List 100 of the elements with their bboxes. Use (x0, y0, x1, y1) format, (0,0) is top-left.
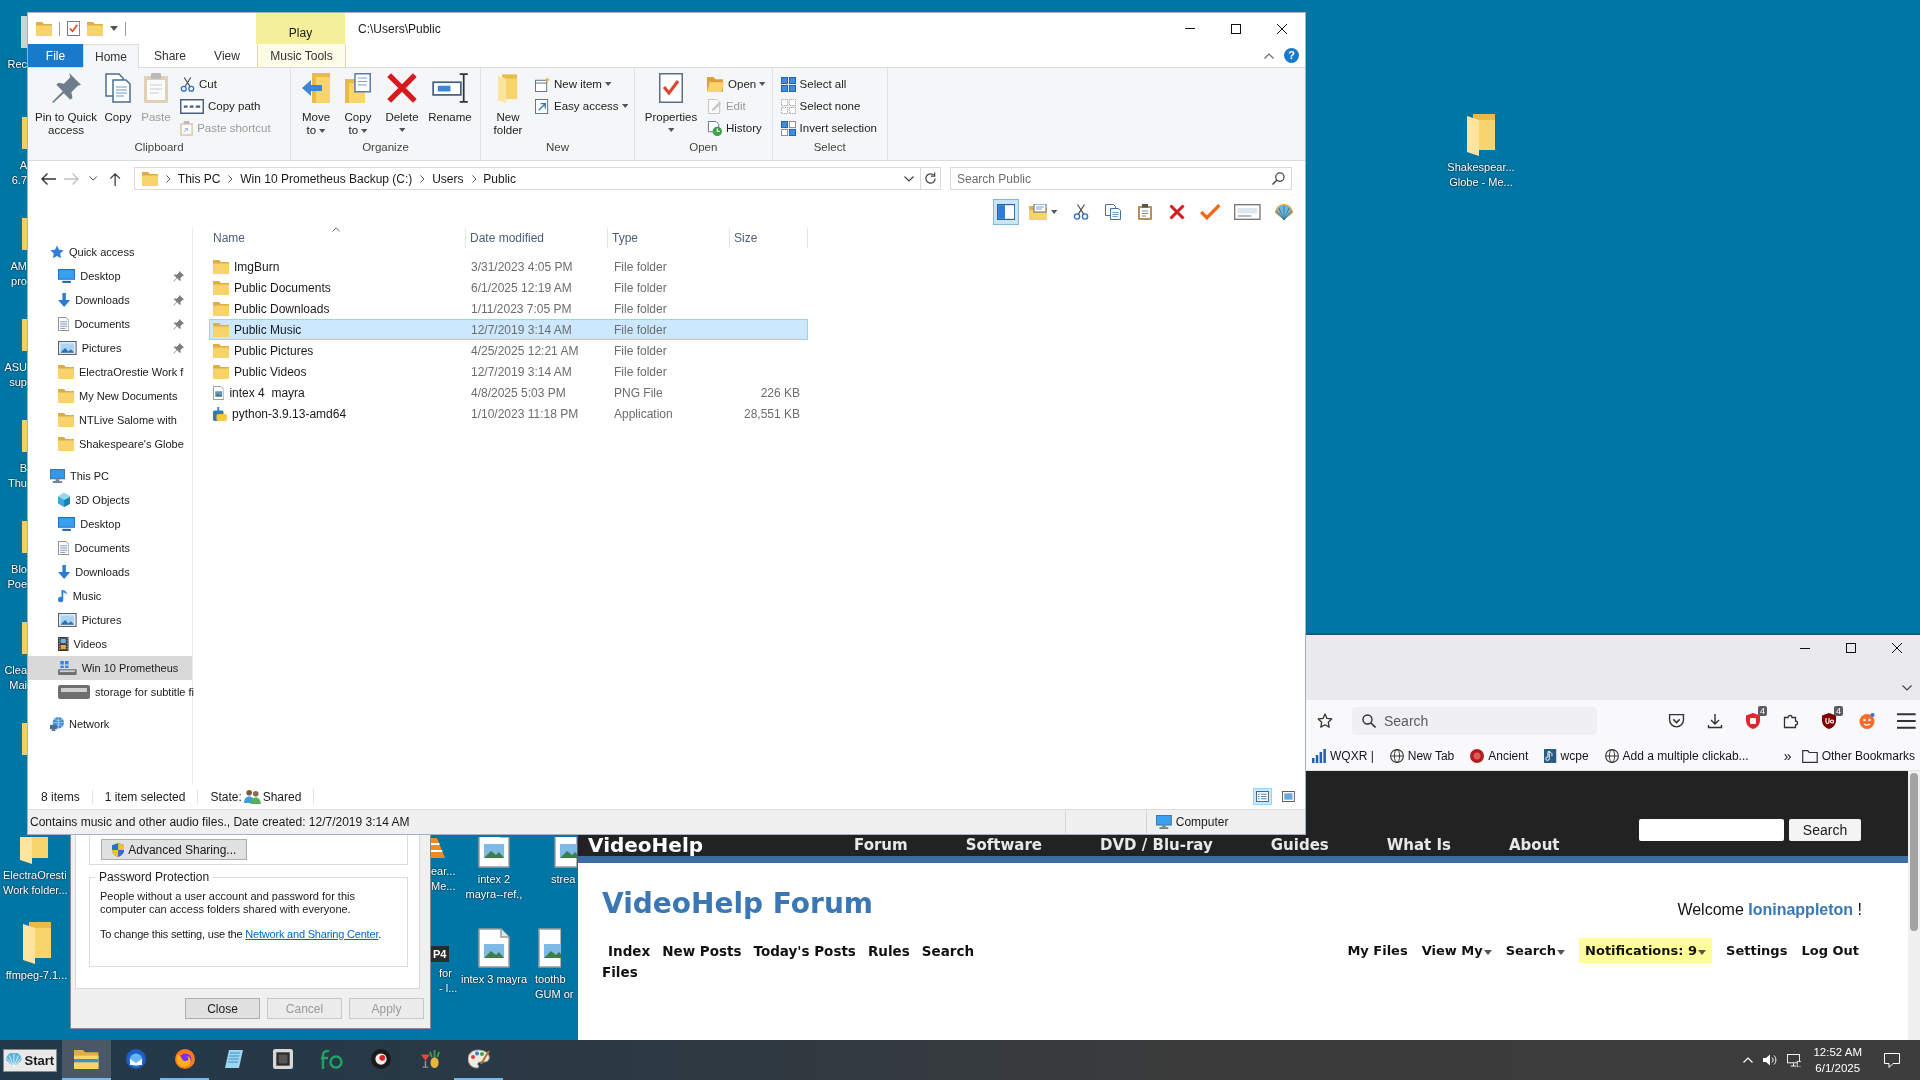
file-type-badge[interactable]: P4 (430, 946, 450, 962)
ribbon-tab[interactable]: Home (83, 44, 139, 68)
column-header[interactable]: Name (209, 228, 466, 248)
forum-nav-link[interactable]: Today's Posts (753, 941, 856, 962)
nav-item[interactable]: NTLive Salome with (28, 408, 192, 432)
move-to-button[interactable]: Move to (297, 71, 335, 137)
nav-item[interactable]: This PC (28, 464, 192, 488)
nav-item[interactable]: Videos (28, 632, 192, 656)
user-menu-link[interactable]: Notifications: 9 (1579, 938, 1713, 963)
chevron-right-icon[interactable] (166, 174, 171, 183)
nav-link[interactable]: Guides (1270, 837, 1329, 854)
breadcrumb[interactable]: This PC (177, 171, 221, 186)
bookmark-link[interactable]: New Tab (1389, 749, 1455, 763)
column-header[interactable]: Date modified (466, 228, 608, 248)
details-view-button[interactable] (1253, 788, 1272, 805)
site-logo[interactable]: VideoHelp (588, 836, 854, 854)
forum-nav-link[interactable]: New Posts (662, 941, 742, 962)
nav-item[interactable]: My New Documents (28, 384, 192, 408)
copy-button[interactable]: Copy (102, 71, 134, 124)
user-menu-link[interactable]: Search (1505, 938, 1566, 963)
pin-to-quick-access-button[interactable]: Pin to Quick access (34, 71, 98, 137)
column-header[interactable]: Type (608, 228, 730, 248)
image-file-icon[interactable] (478, 928, 510, 968)
file-row[interactable]: ImgBurn 3/31/2023 4:05 PM File folder (209, 256, 808, 277)
speaker-icon[interactable] (1762, 1054, 1777, 1066)
file-row[interactable]: Public Documents 6/1/2025 12:19 AM File folder (209, 277, 808, 298)
copy-path-button[interactable]: Copy path (178, 95, 273, 117)
nav-item[interactable]: Pictures (28, 608, 192, 632)
copy-to-button[interactable]: Copy to (339, 71, 377, 137)
start-button[interactable]: Start (3, 1048, 57, 1072)
nav-item[interactable]: Quick access (28, 240, 192, 264)
chevron-down-icon[interactable] (904, 175, 914, 182)
user-menu-link[interactable]: Log Out (1801, 938, 1859, 963)
menu-icon[interactable] (1897, 713, 1916, 729)
image-file-icon[interactable] (478, 837, 510, 868)
nav-item[interactable]: Documents (28, 312, 192, 336)
file-row[interactable]: Public Videos 12/7/2019 3:14 AM File folder (209, 361, 808, 382)
chevron-right-icon[interactable] (228, 174, 234, 183)
select-all-button[interactable]: Select all (778, 73, 879, 95)
nav-link[interactable]: Software (965, 837, 1042, 854)
search-field[interactable] (1639, 819, 1784, 841)
download-icon[interactable] (1707, 713, 1724, 729)
user-menu-link[interactable]: Settings (1726, 938, 1788, 963)
file-row[interactable]: Public Music 12/7/2019 3:14 AM File folder (209, 319, 808, 340)
nav-item[interactable]: Desktop (28, 264, 192, 288)
open-button[interactable]: Open (704, 73, 768, 95)
nav-item[interactable]: 3D Objects (28, 488, 192, 512)
select-none-button[interactable]: Select none (778, 95, 879, 117)
nav-item[interactable]: storage for subtitle fi (28, 680, 192, 704)
checklist-icon[interactable] (67, 21, 81, 36)
rename-button[interactable]: Rename (427, 71, 473, 124)
nav-link[interactable]: About (1509, 837, 1560, 854)
invert-selection-button[interactable]: Invert selection (778, 117, 879, 139)
refresh-button[interactable] (921, 167, 941, 190)
cut-button[interactable]: Cut (178, 73, 273, 95)
bookmark-link[interactable]: WQXR | (1312, 749, 1374, 763)
new-item-button[interactable]: New item (533, 73, 630, 95)
face-icon[interactable] (1859, 713, 1876, 729)
shield-icon[interactable] (1821, 713, 1838, 729)
search-field[interactable]: Search Public (950, 167, 1292, 190)
folder-icon[interactable] (22, 920, 51, 964)
network-icon[interactable] (1786, 1053, 1802, 1067)
address-bar[interactable]: This PC Win 10 Prometheus Backup (C:) Users Public (134, 167, 921, 190)
file-row[interactable]: Public Downloads 1/11/2023 7:05 PM File folder (209, 298, 808, 319)
file-row[interactable]: python-3.9.13-amd64 1/10/2023 11:18 PM Application 28,551 KB (209, 403, 808, 424)
dialog-button[interactable]: Close (185, 998, 260, 1019)
notification-icon[interactable] (1884, 1052, 1900, 1068)
column-header[interactable]: Size (730, 228, 808, 248)
ribbon-tab[interactable]: Share (139, 44, 201, 67)
pocket-icon[interactable] (1668, 713, 1686, 729)
bookmark-link[interactable]: Add a multiple clickab... (1604, 749, 1749, 763)
chevron-down-icon[interactable] (1902, 685, 1912, 691)
bookmark-link[interactable]: Ancient (1470, 749, 1529, 763)
user-menu-link[interactable]: My Files (1347, 938, 1408, 963)
nav-item[interactable]: ElectraOrestie Work f (28, 360, 192, 384)
forum-nav-link[interactable]: Files (602, 962, 638, 983)
file-row[interactable]: Public Pictures 4/25/2025 12:21 AM File folder (209, 340, 808, 361)
more-bookmarks-button[interactable]: » (1783, 748, 1792, 764)
image-file-icon[interactable] (538, 928, 561, 968)
easy-access-button[interactable]: Easy access (533, 95, 630, 117)
breadcrumb[interactable]: Public (483, 171, 516, 186)
ribbon-tab[interactable]: File (28, 44, 83, 67)
star-icon[interactable] (1317, 713, 1333, 729)
search-field[interactable]: Search (1352, 707, 1597, 735)
nav-item[interactable]: Network (28, 712, 192, 736)
clock[interactable]: 12:52 AM 6/1/2025 (1813, 1044, 1862, 1076)
forum-nav-link[interactable]: Index (608, 941, 651, 962)
image-file-icon[interactable] (554, 837, 577, 868)
breadcrumb[interactable]: Win 10 Prometheus Backup (C:) (240, 171, 413, 186)
preview-pane-button[interactable] (993, 199, 1020, 225)
scrollbar[interactable] (1908, 771, 1920, 1040)
bookmark-link[interactable]: wcpe (1544, 749, 1589, 763)
nav-link[interactable]: What Is (1386, 837, 1451, 854)
delete-button[interactable]: Delete (381, 71, 423, 132)
forum-nav-link[interactable]: Search (921, 941, 974, 962)
ribbon-tab[interactable]: Music Tools (257, 44, 346, 67)
nav-item[interactable]: Downloads (28, 288, 192, 312)
advanced-sharing-button[interactable]: Advanced Sharing... (101, 839, 248, 860)
forum-nav-link[interactable]: Rules (867, 941, 910, 962)
history-button[interactable]: History (704, 117, 768, 139)
